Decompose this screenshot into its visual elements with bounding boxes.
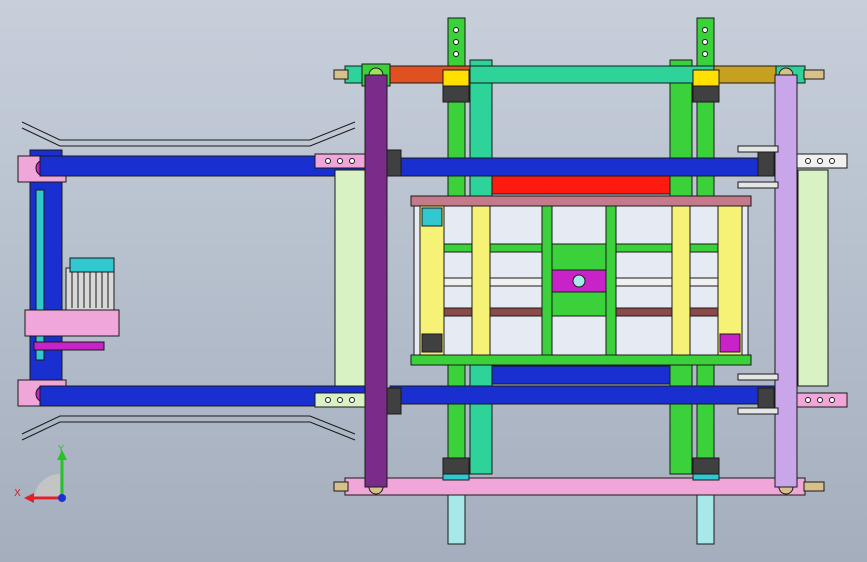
z-axis-dot <box>58 494 66 502</box>
axis-triad: Y X <box>14 444 67 503</box>
y-axis-label: Y <box>57 444 65 455</box>
right-side-frame <box>797 169 829 387</box>
lower-blue-rail <box>39 385 848 415</box>
cad-viewport[interactable]: Y X <box>0 0 867 562</box>
top-beam <box>333 63 825 103</box>
central-carriage <box>410 175 752 385</box>
left-purple-column <box>364 74 388 488</box>
x-axis-label: X <box>14 488 21 499</box>
left-side-frame <box>334 169 366 387</box>
right-lavender-column <box>774 74 798 488</box>
upper-blue-rail <box>39 149 848 177</box>
bottom-beam <box>333 457 825 496</box>
cad-drawing: Y X <box>14 17 848 545</box>
